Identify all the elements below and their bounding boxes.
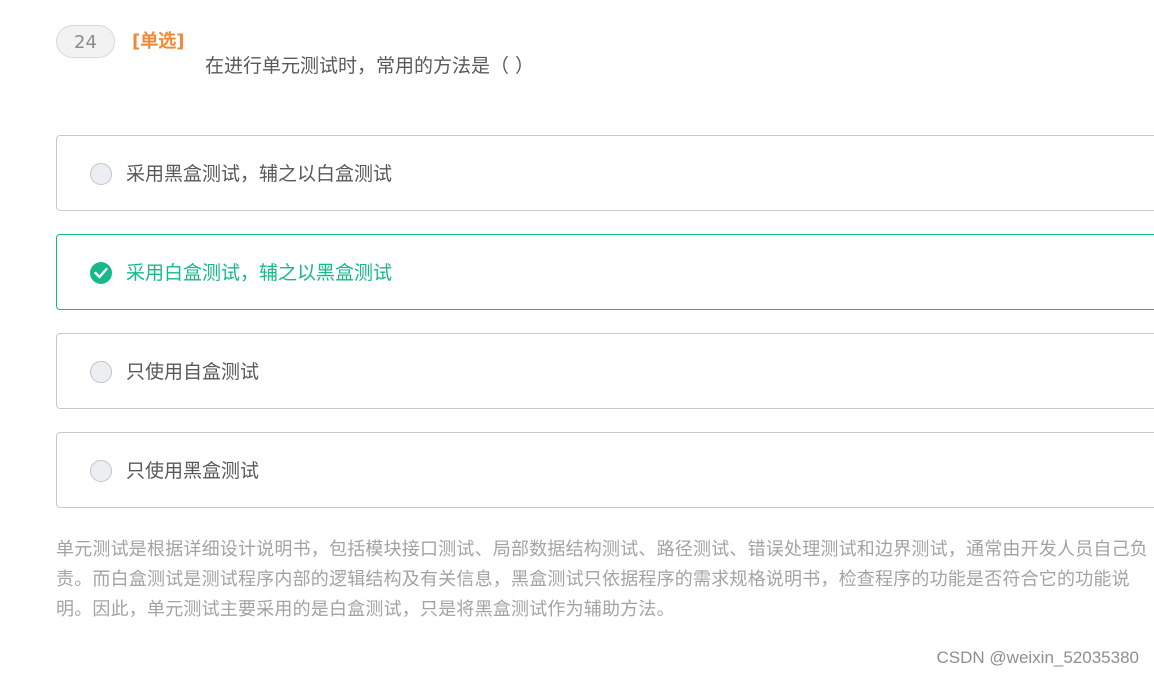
- option-label: 只使用黑盒测试: [126, 460, 260, 482]
- watermark-text: CSDN @weixin_52035380: [936, 648, 1139, 667]
- question-text: 在进行单元测试时，常用的方法是（ ）: [205, 55, 535, 77]
- option-b[interactable]: 采用白盒测试，辅之以黑盒测试: [56, 234, 1154, 310]
- radio-unchecked-icon[interactable]: [90, 361, 112, 383]
- answer-explanation: 单元测试是根据详细设计说明书，包括模块接口测试、局部数据结构测试、路径测试、错误…: [56, 539, 1148, 620]
- option-c[interactable]: 只使用自盒测试: [56, 333, 1154, 409]
- radio-checked-icon[interactable]: [90, 262, 112, 284]
- option-label: 采用白盒测试，辅之以黑盒测试: [126, 262, 393, 284]
- option-d[interactable]: 只使用黑盒测试: [56, 432, 1154, 508]
- question-number-badge: 24: [56, 25, 115, 58]
- question-type-label: [单选]: [132, 31, 185, 52]
- option-label: 只使用自盒测试: [126, 361, 260, 383]
- checkmark-icon: [94, 267, 108, 279]
- radio-unchecked-icon[interactable]: [90, 163, 112, 185]
- option-a[interactable]: 采用黑盒测试，辅之以白盒测试: [56, 135, 1154, 211]
- radio-unchecked-icon[interactable]: [90, 460, 112, 482]
- question-page: 24 [单选] 在进行单元测试时，常用的方法是（ ） 采用黑盒测试，辅之以白盒测…: [0, 0, 1154, 678]
- option-label: 采用黑盒测试，辅之以白盒测试: [126, 163, 393, 185]
